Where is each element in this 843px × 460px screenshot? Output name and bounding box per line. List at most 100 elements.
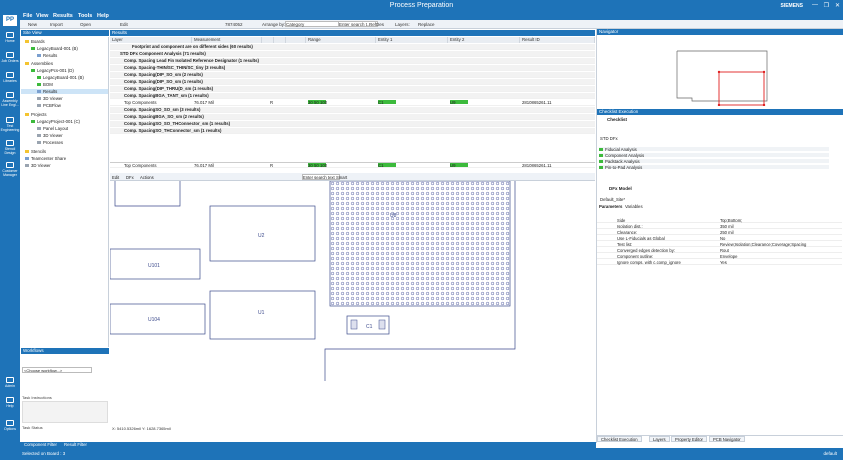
tree-item[interactable]: LegacyProject-001 (C) [31, 119, 80, 124]
menu-help[interactable]: Help [97, 13, 109, 19]
table-row-group[interactable]: Comp. SpacingSO_SO_THConnector_sm (1 res… [110, 121, 595, 127]
tree-item[interactable]: LegacyBoard-001 (B) [37, 75, 84, 80]
param-key: Side [617, 218, 626, 223]
table-row-group[interactable]: Footprint and component are on different… [110, 44, 595, 50]
table-row-group[interactable]: Comp. Spacing(DIP_SO_sm (2 results) [110, 72, 595, 78]
tree-item[interactable]: Panel Layout [37, 126, 68, 131]
param-row[interactable]: Component outline: Envelope [597, 254, 842, 259]
tree-item[interactable]: Stencils [25, 149, 46, 154]
param-row[interactable]: Isolation dist.: 350 mil [597, 224, 842, 229]
canvas-actions-button[interactable]: Actions [140, 175, 154, 180]
checklist-item[interactable]: Component Analysis [599, 153, 829, 158]
tab-checklist-execution[interactable]: Checklist Execution [597, 436, 642, 442]
col-entity1[interactable]: Entity 1 [376, 37, 448, 43]
arrange-by-select[interactable]: Category [285, 21, 345, 27]
tree-item[interactable]: 3D Viewer [25, 163, 51, 168]
tree-item[interactable]: PCBFlow [37, 103, 61, 108]
tree-item[interactable]: 3D Viewer [37, 133, 63, 138]
tab-component-filter[interactable]: Component Filter [24, 442, 57, 447]
nav-test[interactable]: Test Engineering [0, 117, 20, 132]
table-row-group[interactable]: Comp. Spacing-THIN/SC_THIN/SC_tiny (3 re… [110, 65, 595, 71]
import-button[interactable]: Import [50, 22, 63, 27]
param-row[interactable]: Test list: Review;Isolation;Clearance;Cov… [597, 242, 842, 247]
table-footer-row[interactable]: Top Components 76.017 Mil R 30 50 100 C1… [110, 162, 595, 168]
tab-property-editor[interactable]: Property Editor [671, 436, 707, 442]
col-result-id[interactable]: Result ID [520, 37, 595, 43]
zoom-field[interactable]: 7874052 [225, 22, 243, 27]
table-row[interactable]: Top Components 76.017 Mil R 30 50 100 C1… [110, 100, 595, 106]
param-row[interactable]: Use L-Fiducials as Global No [597, 236, 842, 241]
col-icon1[interactable] [274, 37, 286, 43]
table-row-group[interactable]: Comp. SpacingSO_THConnector_sm (1 result… [110, 128, 595, 134]
title-bar: Process Preparation SIEMENS — ❐ ✕ [0, 0, 843, 12]
col-icon2[interactable] [286, 37, 306, 43]
tree-item[interactable]: 3D Viewer [37, 96, 63, 101]
menu-tools[interactable]: Tools [78, 13, 92, 19]
tree-item[interactable]: Projects [25, 112, 47, 117]
edit-button[interactable]: Edit [120, 22, 128, 27]
layers-select[interactable]: Replace [418, 22, 435, 27]
canvas-edit-button[interactable]: Edit [112, 175, 119, 180]
pcb-drawing[interactable]: U8 U2 U101 U104 U1 C1 [110, 181, 595, 435]
col-layer[interactable]: Layer [110, 37, 192, 43]
tree-item[interactable]: Processes [37, 140, 63, 145]
tree-item[interactable]: Results [37, 53, 57, 58]
param-row[interactable]: Side Top;Bottom; [597, 218, 842, 223]
minimize-button[interactable]: — [812, 2, 818, 8]
new-button[interactable]: New [28, 22, 37, 27]
table-row-group[interactable]: STD DFx Component Analysis (71 results) [110, 51, 595, 57]
tree-item[interactable]: Assemblies [25, 61, 53, 66]
tab-pcb-navigator[interactable]: PCB Navigator [709, 436, 745, 442]
navigator-view[interactable] [597, 36, 843, 106]
pcb-canvas[interactable]: U8 U2 U101 U104 U1 C1 X: 5410.5326mil Y:… [110, 181, 595, 435]
menu-file[interactable]: File [23, 13, 32, 19]
menu-results[interactable]: Results [53, 13, 73, 19]
table-row-group[interactable]: Comp. Spacing(DIP_SO_sm (1 results) [110, 79, 595, 85]
table-row-group[interactable]: Comp. SpacingSO_SO_sm (3 results) [110, 107, 595, 113]
maximize-button[interactable]: ❐ [824, 2, 829, 9]
smart-button[interactable]: Smart [336, 175, 347, 180]
nav-home[interactable]: Home [0, 32, 20, 43]
table-row-group[interactable]: Comp. Spacing(DIP_THRU(D_sm (1 results) [110, 86, 595, 92]
tree-item[interactable]: Boards [25, 39, 45, 44]
col-range[interactable]: Range [306, 37, 376, 43]
checklist-item[interactable]: Fiducial Analysis [599, 147, 829, 152]
open-button[interactable]: Open [80, 22, 91, 27]
nav-admin[interactable]: Admin [0, 377, 20, 388]
tree-item[interactable]: LegacyBoard-001 (B) [31, 46, 78, 51]
tab-parameters[interactable]: Parameters [599, 204, 622, 209]
nav-stencil[interactable]: Stencil Design [0, 140, 20, 155]
nav-assembly[interactable]: Assembly Line Engi... [0, 92, 20, 107]
col-flag[interactable] [262, 37, 274, 43]
col-entity2[interactable]: Entity 2 [448, 37, 520, 43]
nav-libraries[interactable]: Libraries [0, 72, 20, 83]
canvas-dfx-button[interactable]: DFx [126, 175, 134, 180]
tab-result-filter[interactable]: Result Filter [64, 442, 87, 447]
nav-help[interactable]: Help [0, 397, 20, 408]
table-row-group[interactable]: Comp. Spacing Lead Fin Isolated Referenc… [110, 58, 595, 64]
task-status-label: Task Status [22, 425, 43, 430]
workflow-select[interactable]: <Choose workflow...> [22, 367, 92, 373]
close-button[interactable]: ✕ [835, 2, 840, 9]
table-row-group[interactable]: Comp. SpacingBGA_SO_sm (2 results) [110, 114, 595, 120]
nav-customer[interactable]: Customer Manager [0, 162, 20, 177]
tab-layers[interactable]: Layers [649, 436, 670, 442]
tree-item-selected[interactable]: Results [21, 89, 108, 94]
checklist-item[interactable]: Pin-to-Pad Analysis [599, 165, 829, 170]
checklist-item[interactable]: Padstack Analysis [599, 159, 829, 164]
canvas-search-input[interactable]: Enter search text [302, 174, 340, 180]
nav-job-orders[interactable]: Job Orders [0, 52, 20, 63]
nav-options[interactable]: Options [0, 420, 20, 431]
param-row[interactable]: Ignore comps. with c.comp_ignore Yes [597, 260, 842, 265]
tree-item[interactable]: BOM [37, 82, 53, 87]
tab-variables[interactable]: Variables [625, 204, 643, 209]
menu-view[interactable]: View [36, 13, 48, 19]
col-measurement[interactable]: Measurement [192, 37, 262, 43]
table-row-group[interactable]: Comp. SpacingBGA_TANT_sm (1 results) [110, 93, 595, 99]
tree-item[interactable]: LegacyPcs-001 (D) [31, 68, 74, 73]
refdes-button[interactable]: RefDes [369, 22, 384, 27]
tree-item[interactable]: Teamcenter Share [25, 156, 66, 161]
param-value: Top;Bottom; [720, 218, 743, 223]
param-row[interactable]: Clearance: 250 mil [597, 230, 842, 235]
param-row[interactable]: Converged edges detection by: Rout [597, 248, 842, 253]
